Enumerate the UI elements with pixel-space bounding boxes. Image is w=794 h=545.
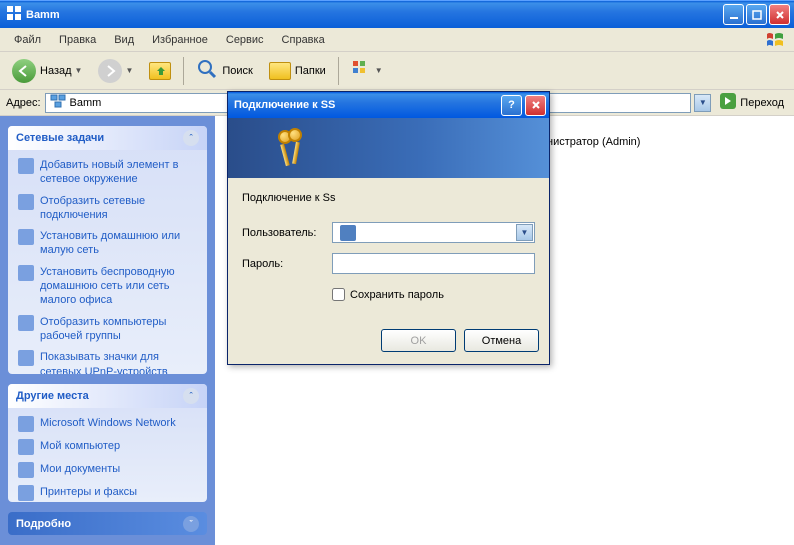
go-button[interactable]: Переход <box>715 90 788 115</box>
app-icon <box>6 5 22 24</box>
search-button[interactable]: Поиск <box>190 55 258 86</box>
address-dropdown-icon[interactable]: ▼ <box>694 94 711 112</box>
back-button[interactable]: Назад ▼ <box>6 56 88 86</box>
user-icon <box>340 225 356 241</box>
place-my-computer[interactable]: Мой компьютер <box>18 439 197 455</box>
views-button[interactable]: ▼ <box>345 56 389 85</box>
views-icon <box>351 59 373 82</box>
search-icon <box>196 58 218 83</box>
folders-icon <box>269 62 291 80</box>
maximize-button[interactable] <box>746 4 767 25</box>
go-label: Переход <box>740 97 784 109</box>
connection-dialog: Подключение к SS ? Подключение к Ss Поль… <box>227 91 550 365</box>
up-button[interactable] <box>143 59 177 83</box>
task-header-other[interactable]: Другие места ˆ <box>8 384 207 408</box>
ok-button[interactable]: OK <box>381 329 456 352</box>
dialog-close-button[interactable] <box>525 95 546 116</box>
side-panel: Сетевые задачи ˆ Добавить новый элемент … <box>0 116 215 545</box>
task-group-network: Сетевые задачи ˆ Добавить новый элемент … <box>8 126 207 374</box>
task-title: Сетевые задачи <box>16 132 104 144</box>
combo-dropdown-icon[interactable]: ▼ <box>516 224 533 241</box>
task-setup-wireless[interactable]: Установить беспроводную домашнюю сеть ил… <box>18 265 197 308</box>
upnp-icon <box>18 350 34 366</box>
menu-help[interactable]: Справка <box>274 31 333 49</box>
cancel-button[interactable]: Отмена <box>464 329 539 352</box>
windows-logo-icon <box>760 30 790 50</box>
save-password-checkbox[interactable] <box>332 288 345 301</box>
home-network-icon <box>18 229 34 245</box>
menu-file[interactable]: Файл <box>6 31 49 49</box>
close-button[interactable] <box>769 4 790 25</box>
forward-icon <box>98 59 122 83</box>
password-label: Пароль: <box>242 258 332 270</box>
task-title: Другие места <box>16 390 89 402</box>
task-group-details: Подробно ˇ <box>8 512 207 535</box>
menu-tools[interactable]: Сервис <box>218 31 272 49</box>
task-group-other-places: Другие места ˆ Microsoft Windows Network… <box>8 384 207 503</box>
search-label: Поиск <box>222 65 252 77</box>
connections-icon <box>18 194 34 210</box>
task-add-network-place[interactable]: Добавить новый элемент в сетевое окружен… <box>18 158 197 187</box>
dialog-banner <box>228 118 549 178</box>
chevron-down-icon: ˇ <box>183 516 199 532</box>
back-icon <box>12 59 36 83</box>
network-icon <box>18 416 34 432</box>
go-icon <box>719 92 737 113</box>
titlebar: Bamm <box>0 0 794 28</box>
keys-icon <box>278 128 308 168</box>
user-label: Пользователь: <box>242 227 332 239</box>
address-value: Bamm <box>70 97 102 109</box>
task-show-connections[interactable]: Отобразить сетевые подключения <box>18 194 197 223</box>
add-place-icon <box>18 158 34 174</box>
menubar: Файл Правка Вид Избранное Сервис Справка <box>0 28 794 52</box>
place-printers[interactable]: Принтеры и факсы <box>18 485 197 501</box>
workgroup-icon <box>18 315 34 331</box>
folders-label: Папки <box>295 65 326 77</box>
task-title: Подробно <box>16 518 71 530</box>
window-title: Bamm <box>26 9 60 21</box>
dialog-subtitle: Подключение к Ss <box>242 192 535 204</box>
place-my-documents[interactable]: Мои документы <box>18 462 197 478</box>
network-place-icon <box>50 94 66 111</box>
back-label: Назад <box>40 65 72 77</box>
dialog-help-button[interactable]: ? <box>501 95 522 116</box>
folders-button[interactable]: Папки <box>263 59 332 83</box>
my-computer-icon <box>18 439 34 455</box>
menu-favorites[interactable]: Избранное <box>144 31 216 49</box>
forward-button[interactable]: ▼ <box>92 56 139 86</box>
save-password-label: Сохранить пароль <box>350 289 444 301</box>
folder-up-icon <box>149 62 171 80</box>
task-header-network[interactable]: Сетевые задачи ˆ <box>8 126 207 150</box>
task-workgroup-computers[interactable]: Отобразить компьютеры рабочей группы <box>18 315 197 344</box>
password-input[interactable] <box>332 253 535 274</box>
dialog-title: Подключение к SS <box>234 99 335 111</box>
dialog-titlebar: Подключение к SS ? <box>228 92 549 118</box>
printers-icon <box>18 485 34 501</box>
address-label: Адрес: <box>6 97 41 109</box>
admin-label: нистратор (Admin) <box>547 136 782 148</box>
task-setup-home-network[interactable]: Установить домашнюю или малую сеть <box>18 229 197 258</box>
chevron-up-icon: ˆ <box>183 388 199 404</box>
task-upnp-icons[interactable]: Показывать значки для сетевых UPnP-устро… <box>18 350 197 373</box>
user-combobox[interactable]: ▼ <box>332 222 535 243</box>
chevron-up-icon: ˆ <box>183 130 199 146</box>
toolbar: Назад ▼ ▼ Поиск Папки ▼ <box>0 52 794 90</box>
minimize-button[interactable] <box>723 4 744 25</box>
menu-view[interactable]: Вид <box>106 31 142 49</box>
wireless-icon <box>18 265 34 281</box>
menu-edit[interactable]: Правка <box>51 31 104 49</box>
my-documents-icon <box>18 462 34 478</box>
place-ms-network[interactable]: Microsoft Windows Network <box>18 416 197 432</box>
task-header-details[interactable]: Подробно ˇ <box>8 512 207 535</box>
